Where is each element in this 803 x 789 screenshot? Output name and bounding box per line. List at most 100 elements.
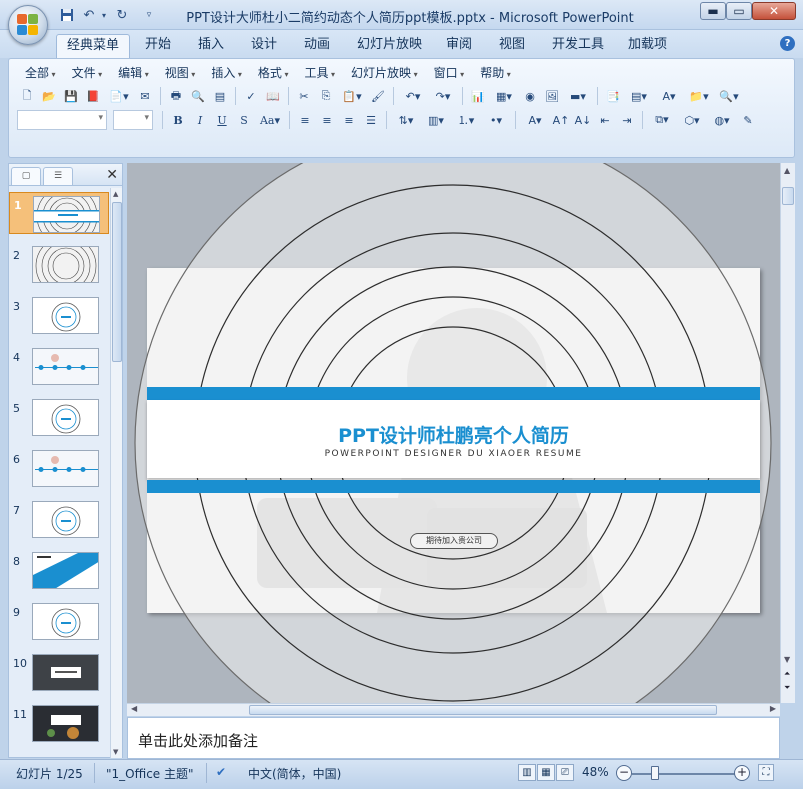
format-painter-icon[interactable]: 🖌 xyxy=(368,86,388,106)
shadow-icon[interactable]: S xyxy=(234,110,254,130)
bold-icon[interactable]: B xyxy=(168,110,188,130)
menu-file[interactable]: 文件 xyxy=(64,64,111,82)
undo-dropdown-icon[interactable]: ▾ xyxy=(99,6,109,24)
color-icon[interactable]: ▬▾ xyxy=(564,86,592,106)
publish-icon[interactable]: 📄▾ xyxy=(105,86,133,106)
zoom-slider[interactable] xyxy=(632,773,736,775)
tab-developer[interactable]: 开发工具 xyxy=(542,34,614,58)
spelling-icon[interactable]: ✓ xyxy=(241,86,261,106)
underline-icon[interactable]: U xyxy=(212,110,232,130)
menu-all[interactable]: 全部 xyxy=(17,64,64,82)
slide-thumbnail[interactable]: 9 xyxy=(9,600,109,642)
chart-icon[interactable]: 📊 xyxy=(468,86,488,106)
font-color-icon[interactable]: A▾ xyxy=(521,110,549,130)
research-icon[interactable]: 📖 xyxy=(263,86,283,106)
theme-name[interactable]: "1_Office 主题" xyxy=(106,765,194,782)
undo-icon[interactable]: ↶ xyxy=(80,6,98,24)
slide-sorter-view-button[interactable]: ▦ xyxy=(537,764,555,781)
increase-indent-icon[interactable]: ⇥ xyxy=(617,110,637,130)
slide-editing-area[interactable]: PPT设计师杜鹏亮个人简历 POWERPOINT DESIGNER DU XIA… xyxy=(127,163,795,703)
slide-layout-icon[interactable]: ▤ xyxy=(210,86,230,106)
italic-icon[interactable]: I xyxy=(190,110,210,130)
slideshow-view-button[interactable]: ⎚ xyxy=(556,764,574,781)
redo-icon[interactable]: ↻ xyxy=(113,6,131,24)
tab-classic-menu[interactable]: 经典菜单 xyxy=(56,34,131,58)
menu-edit[interactable]: 编辑 xyxy=(110,64,157,82)
shape-outline-icon[interactable]: ✎ xyxy=(738,110,758,130)
font-size-combo[interactable] xyxy=(113,110,153,130)
picture-icon[interactable]: 🖼 xyxy=(542,86,562,106)
zoom-level[interactable]: 48% xyxy=(582,765,609,779)
shape-fill-icon[interactable]: ◍▾ xyxy=(708,110,736,130)
office-button[interactable] xyxy=(8,5,48,45)
align-right-icon[interactable]: ≡ xyxy=(339,110,359,130)
new-file-icon[interactable]: 🗋 xyxy=(17,86,37,106)
close-button[interactable]: ✕ xyxy=(752,2,796,20)
open-folder-icon[interactable]: 📂 xyxy=(39,86,59,106)
text-direction-icon[interactable]: ⇅▾ xyxy=(392,110,420,130)
cut-icon[interactable]: ✂ xyxy=(294,86,314,106)
tab-review[interactable]: 审阅 xyxy=(436,34,482,58)
slide-thumbnail[interactable]: 6 xyxy=(9,447,109,489)
close-icon[interactable]: ✕ xyxy=(106,167,118,183)
email-icon[interactable]: ✉ xyxy=(135,86,155,106)
undo-icon[interactable]: ↶▾ xyxy=(399,86,427,106)
folder-icon[interactable]: 📁▾ xyxy=(685,86,713,106)
thumbnails-scrollbar[interactable]: ▲ ▼ xyxy=(110,188,122,758)
slide-thumbnail[interactable]: 1 xyxy=(9,192,109,234)
new-slide-icon[interactable]: 📑 xyxy=(603,86,623,106)
tab-insert[interactable]: 插入 xyxy=(188,34,234,58)
layout-icon[interactable]: ▤▾ xyxy=(625,86,653,106)
tab-home[interactable]: 开始 xyxy=(135,34,181,58)
menu-format[interactable]: 格式 xyxy=(250,64,297,82)
quick-styles-icon[interactable]: ⬡▾ xyxy=(678,110,706,130)
paste-icon[interactable]: 📋▾ xyxy=(338,86,366,106)
scrollbar-thumb[interactable] xyxy=(782,187,794,205)
tab-addins[interactable]: 加载项 xyxy=(618,34,677,58)
decrease-indent-icon[interactable]: ⇤ xyxy=(595,110,615,130)
arrange-icon[interactable]: ⧉▾ xyxy=(648,110,676,130)
slide-thumbnail[interactable]: 8 xyxy=(9,549,109,591)
permission-icon[interactable]: 📕 xyxy=(83,86,103,106)
normal-view-button[interactable]: ▥ xyxy=(518,764,536,781)
font-name-combo[interactable] xyxy=(17,110,107,130)
numbering-icon[interactable]: ⒈▾ xyxy=(452,110,480,130)
table-icon[interactable]: ▦▾ xyxy=(490,86,518,106)
slide-thumbnail[interactable]: 2 xyxy=(9,243,109,285)
next-slide-icon[interactable]: ⏷ xyxy=(784,683,790,693)
save-icon[interactable] xyxy=(58,6,76,24)
help-icon[interactable]: ? xyxy=(780,36,795,51)
scroll-down-icon[interactable]: ▼ xyxy=(784,655,790,664)
scroll-down-icon[interactable]: ▼ xyxy=(113,748,118,756)
tab-design[interactable]: 设计 xyxy=(241,34,287,58)
slide-thumbnail[interactable]: 3 xyxy=(9,294,109,336)
scrollbar-thumb[interactable] xyxy=(249,705,717,715)
zoom-in-button[interactable]: + xyxy=(734,765,750,781)
align-center-icon[interactable]: ≡ xyxy=(317,110,337,130)
minimize-button[interactable]: ▬ xyxy=(700,2,726,20)
scroll-up-icon[interactable]: ▲ xyxy=(113,190,118,198)
slides-tab[interactable]: ▢ xyxy=(11,167,41,185)
menu-slideshow[interactable]: 幻灯片放映 xyxy=(343,64,426,82)
shapes-icon[interactable]: ◉ xyxy=(520,86,540,106)
scrollbar-thumb[interactable] xyxy=(112,202,122,362)
maximize-button[interactable]: ▭ xyxy=(726,2,752,20)
spelling-check-icon[interactable]: ✔ xyxy=(216,765,226,779)
tab-view[interactable]: 视图 xyxy=(489,34,535,58)
tab-slideshow[interactable]: 幻灯片放映 xyxy=(347,34,432,58)
scroll-right-icon[interactable]: ▶ xyxy=(770,704,776,713)
scroll-up-icon[interactable]: ▲ xyxy=(784,166,790,175)
copy-icon[interactable]: ⎘ xyxy=(316,86,336,106)
justify-icon[interactable]: ☰ xyxy=(361,110,381,130)
previous-slide-icon[interactable]: ⏶ xyxy=(784,669,790,679)
increase-font-icon[interactable]: A↑ xyxy=(551,110,571,130)
slide-thumbnail[interactable]: 5 xyxy=(9,396,109,438)
align-left-icon[interactable]: ≡ xyxy=(295,110,315,130)
menu-help[interactable]: 帮助 xyxy=(472,64,519,82)
zoom-icon[interactable]: 🔍▾ xyxy=(715,86,743,106)
notes-pane[interactable]: 单击此处添加备注 xyxy=(127,717,780,759)
menu-window[interactable]: 窗口 xyxy=(426,64,473,82)
zoom-out-button[interactable]: − xyxy=(616,765,632,781)
redo-icon[interactable]: ↷▾ xyxy=(429,86,457,106)
print-icon[interactable]: 🖶 xyxy=(166,86,186,106)
